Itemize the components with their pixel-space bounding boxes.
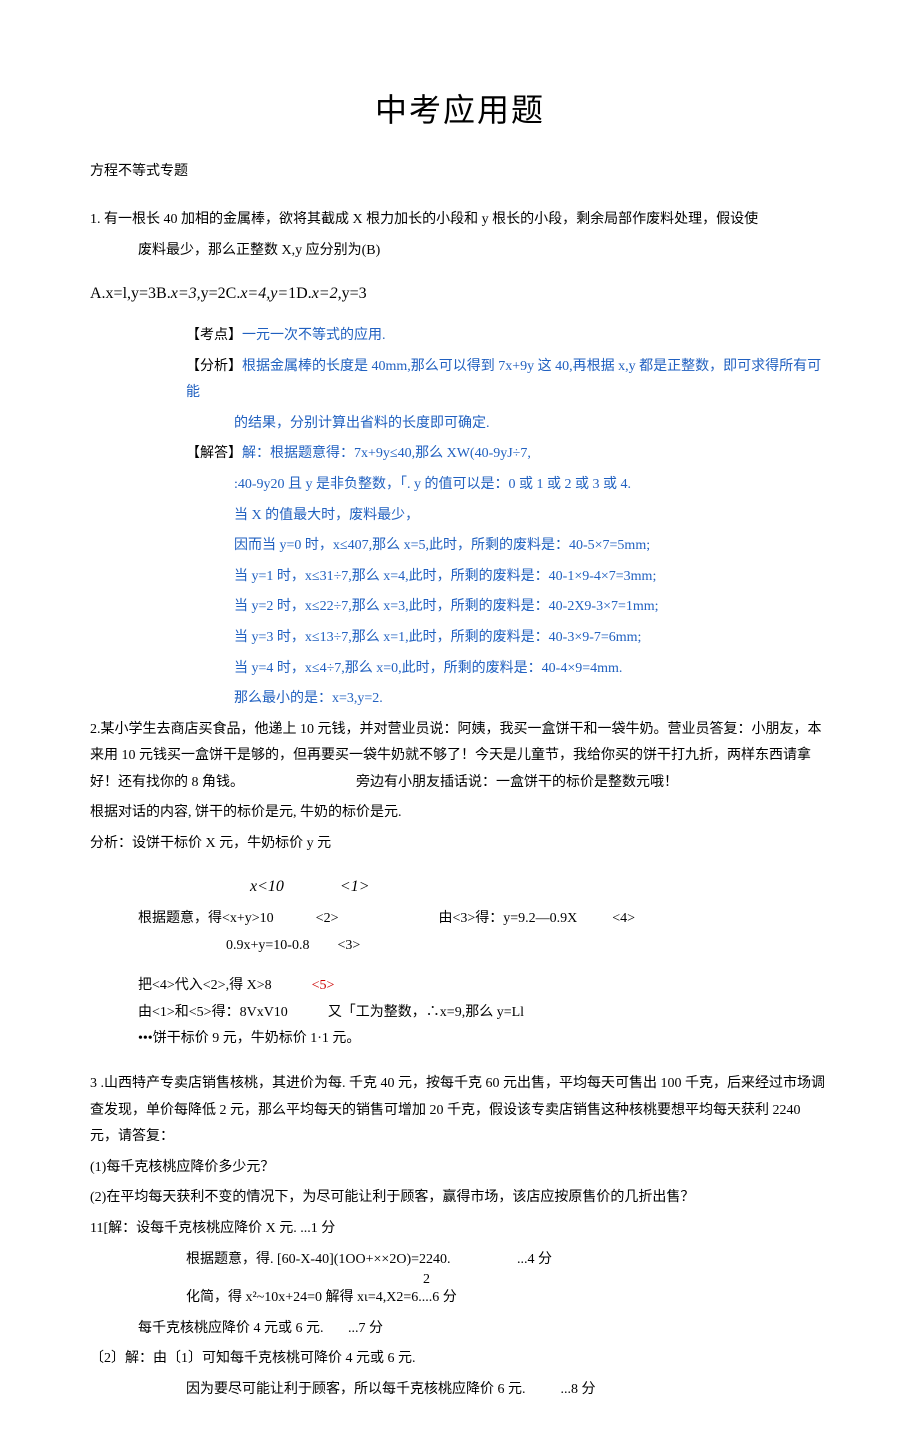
- q2-e5a: 由<1>和<5>得：8VxV10: [138, 1000, 288, 1027]
- q2-p1: 2.某小学生去商店买食品，他递上 10 元钱，并对营业员说：阿姨，我买一盒饼干和…: [90, 717, 830, 797]
- q1-stem: 1. 有一根长 40 加相的金属棒，欲将其截成 X 根力加长的小段和 y 根长的…: [90, 207, 830, 234]
- q3-p5-under: 2: [423, 1267, 430, 1294]
- fx-text1: 根据金属棒的长度是 40mm,那么可以得到 7x+9y 这 40,再根据 x,y…: [186, 359, 821, 401]
- q2-e4a: 把<4>代入<2>,得 X>8: [138, 973, 272, 1000]
- q1-jd4: 因而当 y=0 时，x≤407,那么 x=5,此时，所剩的废料是：40-5×7=…: [90, 533, 830, 560]
- q3-p4: 11[解：设每千克核桃应降价 X 元. ...1 分: [90, 1216, 830, 1243]
- q3-p2: (1)每千克核桃应降价多少元？: [90, 1155, 830, 1182]
- q3-p5-text: 根据题意，得. [60-X-40](1OO+××2O)=2240. ...4 分: [186, 1252, 552, 1267]
- q1-jd8: 当 y=4 时，x≤4÷7,那么 x=0,此时，所剩的废料是：40-4×9=4m…: [90, 656, 830, 683]
- q2-e4b: <5>: [312, 973, 335, 1000]
- q1-fx1: 【分析】根据金属棒的长度是 40mm,那么可以得到 7x+9y 这 40,再根据…: [90, 354, 830, 407]
- q3-p1: 3 .山西特产专卖店销售核桃，其进价为每. 千克 40 元，按每千克 60 元出…: [90, 1071, 830, 1151]
- q2-e1: x<10 <1>: [90, 872, 830, 902]
- q3-p5: 根据题意，得. [60-X-40](1OO+××2O)=2240. ...4 分…: [90, 1247, 830, 1274]
- q1-jd7: 当 y=3 时，x≤13÷7,那么 x=1,此时，所剩的废料是：40-3×9-7…: [90, 625, 830, 652]
- q1-jd9: 那么最小的是：x=3,y=2.: [90, 686, 830, 713]
- q2-e3: 0.9x+y=10-0.8 <3>: [90, 933, 830, 960]
- q2-e6: •••饼干标价 9 元，牛奶标价 1·1 元。: [90, 1026, 830, 1053]
- q3-p8: 〔2〕解：由〔1〕可知每千克核桃可降价 4 元或 6 元.: [90, 1346, 830, 1373]
- q1-jd1: 【解答】解：根据题意得：7x+9y≤40,那么 XW(40-9yJ÷7,: [90, 441, 830, 468]
- kd-label: 【考点】: [186, 328, 242, 343]
- q1-jd3: 当 X 的值最大时，废料最少，: [90, 503, 830, 530]
- q1-jd5: 当 y=1 时，x≤31÷7,那么 x=4,此时，所剩的废料是：40-1×9-4…: [90, 564, 830, 591]
- page-title: 中考应用题: [90, 80, 830, 141]
- q2-p2: 根据对话的内容, 饼干的标价是元, 牛奶的标价是元.: [90, 800, 830, 827]
- q3-p7: 每千克核桃应降价 4 元或 6 元. ...7 分: [90, 1316, 830, 1343]
- q2-e2b: 由<3>得：y=9.2—0.9X <4>: [378, 906, 635, 933]
- q1-stem2: 废料最少，那么正整数 X,y 应分别为(B): [90, 238, 830, 265]
- q3-p6: 化简，得 x²~10x+24=0 解得 xι=4,X2=6....6 分: [90, 1285, 830, 1312]
- q1-fx2: 的结果，分别计算出省料的长度即可确定.: [90, 411, 830, 438]
- q2-p3: 分析：设饼干标价 X 元，牛奶标价 y 元: [90, 831, 830, 858]
- jd-l1: 解：根据题意得：7x+9y≤40,那么 XW(40-9yJ÷7,: [242, 446, 531, 461]
- q2-e2a: 根据题意，得<x+y>10 <2>: [138, 906, 338, 933]
- q1-options: A.x=l,y=3B.x=3,y=2C.x=4,y=1D.x=2,y=3: [90, 279, 830, 309]
- fx-label: 【分析】: [186, 359, 242, 374]
- q1-kd: 【考点】一元一次不等式的应用.: [90, 323, 830, 350]
- q1-jd6: 当 y=2 时，x≤22÷7,那么 x=3,此时，所剩的废料是：40-2X9-3…: [90, 594, 830, 621]
- q3-p3: (2)在平均每天获利不变的情况下，为尽可能让利于顾客，赢得市场，该店应按原售价的…: [90, 1185, 830, 1212]
- q2-e5b: 又「工为整数，∴x=9,那么 y=Ll: [328, 1000, 524, 1027]
- kd-text: 一元一次不等式的应用.: [242, 328, 386, 343]
- q3-p9: 因为要尽可能让利于顾客，所以每千克核桃应降价 6 元. ...8 分: [90, 1377, 830, 1404]
- jd-label: 【解答】: [186, 446, 242, 461]
- q1-jd2: :40-9y20 且 y 是非负整数，「. y 的值可以是：0 或 1 或 2 …: [90, 472, 830, 499]
- section-subtitle: 方程不等式专题: [90, 159, 830, 186]
